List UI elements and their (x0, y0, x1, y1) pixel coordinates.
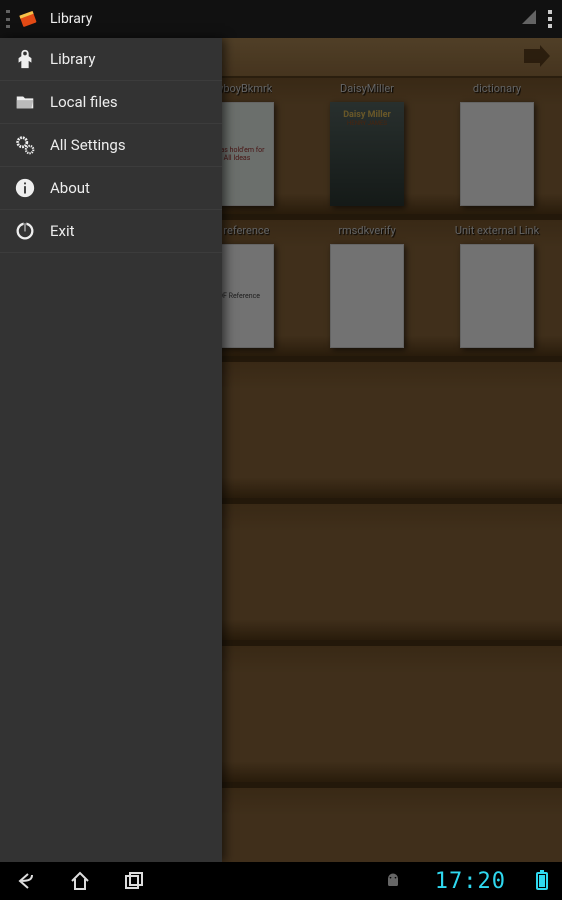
gears-icon (14, 134, 36, 156)
drawer-item-label: Library (50, 50, 95, 68)
folder-icon (14, 91, 36, 113)
drawer-item-label: About (50, 179, 90, 197)
home-button-icon[interactable] (68, 869, 92, 893)
drawer-item-label: Exit (50, 222, 75, 240)
battery-icon (536, 872, 548, 890)
back-button-icon[interactable] (14, 869, 38, 893)
drawer-item-label: All Settings (50, 136, 126, 154)
signal-icon (522, 10, 536, 28)
drawer-item-about[interactable]: About (0, 167, 222, 210)
main-area: est-books CowboyBkmrk Texas hold'em for … (0, 38, 562, 862)
info-icon (14, 177, 36, 199)
drawer-item-label: Local files (50, 93, 118, 111)
overflow-menu-icon[interactable] (544, 6, 556, 32)
power-icon (14, 220, 36, 242)
android-icon (381, 869, 405, 893)
recents-button-icon[interactable] (122, 869, 146, 893)
drawer-item-exit[interactable]: Exit (0, 210, 222, 253)
drawer-item-library[interactable]: Library (0, 38, 222, 81)
library-icon (14, 48, 36, 70)
drawer-toggle-edge-icon[interactable] (6, 10, 10, 28)
status-clock: 17:20 (435, 869, 506, 894)
drawer-item-settings[interactable]: All Settings (0, 124, 222, 167)
drawer-item-local-files[interactable]: Local files (0, 81, 222, 124)
action-bar: Library (0, 0, 562, 38)
navigation-drawer: Library Local files All Settings About E… (0, 38, 222, 862)
app-title: Library (50, 11, 92, 27)
system-nav-bar: 17:20 (0, 862, 562, 900)
app-book-icon (16, 7, 40, 31)
